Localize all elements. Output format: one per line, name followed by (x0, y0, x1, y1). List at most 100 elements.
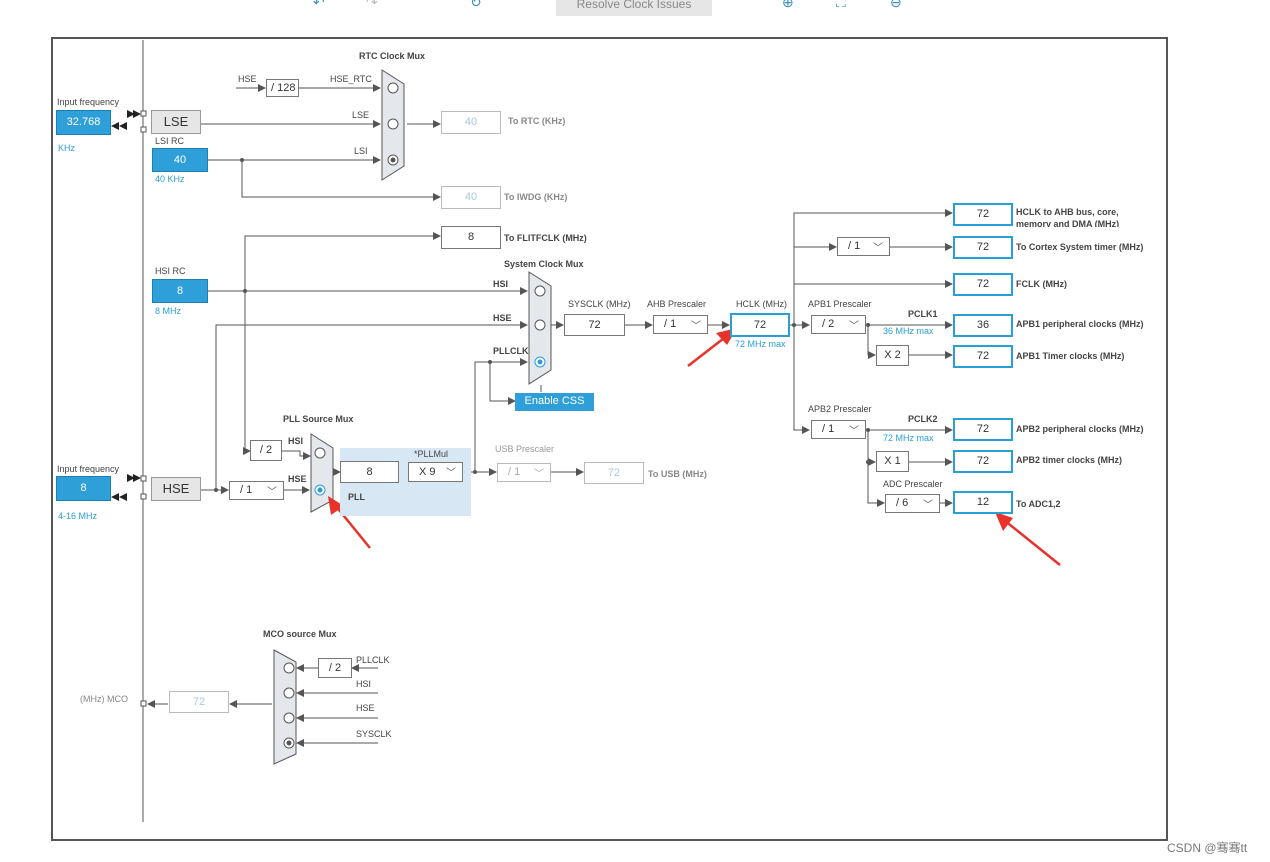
hsi-pll-divider: / 2 (250, 440, 282, 461)
usb-prescaler-select[interactable]: / 1 ﹀ (497, 463, 551, 482)
chevron-down-icon: ﹀ (691, 321, 701, 332)
adc-prescaler-select[interactable]: / 6 ﹀ (885, 494, 940, 513)
apb2-peripheral-output-label: APB2 peripheral clocks (MHz) (1016, 424, 1144, 434)
hsi-rc-value: 8 (152, 279, 208, 303)
chevron-down-icon: ﹀ (446, 468, 456, 479)
hclk-ahb-output-label: HCLK to AHB bus, core, (1016, 207, 1119, 217)
chevron-down-icon: ﹀ (849, 321, 859, 332)
lsi-rc-label: LSI RC (155, 136, 185, 146)
flitfclk-output-label: To FLITFCLK (MHz) (504, 233, 587, 243)
rtc-lse-label: LSE (352, 110, 370, 120)
hse-input-frequency-label: Input frequency (57, 464, 120, 474)
ahb-prescaler-select[interactable]: / 1 ﹀ (653, 315, 708, 334)
hse-prediv-value: / 1 (240, 484, 253, 496)
hse-frequency-input[interactable]: 8 (56, 476, 111, 501)
apb1-peripheral-output-value[interactable]: 36 (953, 314, 1013, 337)
lse-unit: KHz (58, 143, 76, 153)
apb2-timer-multiplier: X 1 (876, 451, 909, 472)
apb2-timer-output-value[interactable]: 72 (953, 450, 1013, 473)
pll-input-value: 8 (340, 461, 399, 483)
rtc-mux-title: RTC Clock Mux (359, 51, 426, 61)
hse-prediv-select[interactable]: / 1 ﹀ (229, 481, 284, 500)
flitfclk-output-value: 8 (441, 226, 501, 249)
hclk-input[interactable]: 72 (730, 313, 790, 337)
apb1-prescaler-label: APB1 Prescaler (808, 299, 872, 309)
ahb-prescaler-value: / 1 (664, 318, 677, 330)
mco-source-mux-title: MCO source Mux (263, 629, 337, 639)
cortex-timer-divider-select[interactable]: / 1 ﹀ (837, 237, 890, 256)
mco-hse-label: HSE (356, 703, 375, 713)
mco-hsi-label: HSI (356, 679, 372, 689)
cortex-divider-value: / 1 (848, 240, 861, 252)
usb-prescaler-label: USB Prescaler (495, 444, 555, 454)
adc-output-value[interactable]: 12 (953, 491, 1013, 514)
adc-prescaler-value: / 6 (896, 497, 909, 509)
iwdg-output-value: 40 (441, 186, 501, 209)
chevron-down-icon: ﹀ (873, 243, 883, 254)
rtc-output-label: To RTC (KHz) (508, 116, 566, 126)
apb2-prescaler-select[interactable]: / 1 ﹀ (811, 420, 866, 439)
system-clock-mux-title: System Clock Mux (504, 259, 584, 269)
sysclk-label: SYSCLK (MHz) (568, 299, 631, 309)
pclk2-label: PCLK2 (908, 414, 938, 424)
lsi-rc-value: 40 (152, 148, 208, 172)
hse-rtc-divider[interactable]: / 128 (266, 79, 299, 97)
rtc-lsi-label: LSI (354, 146, 368, 156)
mco-pll-divider: / 2 (318, 658, 352, 678)
pllmul-value: X 9 (419, 466, 436, 478)
apb1-timer-output-value[interactable]: 72 (953, 345, 1013, 368)
lse-frequency-input[interactable]: 32.768 (56, 110, 111, 135)
apb2-peripheral-output-value[interactable]: 72 (953, 418, 1013, 441)
adc-output-label: To ADC1,2 (1016, 499, 1061, 509)
usb-output-value: 72 (584, 462, 644, 484)
pll-label: PLL (348, 492, 365, 502)
chevron-down-icon: ﹀ (923, 500, 933, 511)
annotation-arrows (328, 328, 1061, 566)
sysmux-hsi-label: HSI (493, 279, 509, 289)
usb-prescaler-value: / 1 (508, 466, 521, 478)
lse-block: LSE (151, 110, 201, 134)
pllmul-select[interactable]: X 9 ﹀ (408, 462, 463, 482)
hsi-rc-unit: 8 MHz (155, 306, 182, 316)
pclk2-max: 72 MHz max (883, 433, 934, 443)
apb2-timer-output-label: APB2 timer clocks (MHz) (1016, 455, 1123, 465)
pclk1-max: 36 MHz max (883, 326, 934, 336)
fclk-output-value[interactable]: 72 (953, 273, 1013, 296)
sysclk-value: 72 (564, 314, 625, 336)
enable-css-button[interactable]: Enable CSS (515, 393, 594, 411)
sysmux-hse-label: HSE (493, 313, 512, 323)
cortex-timer-output-value[interactable]: 72 (953, 236, 1013, 259)
hse-range: 4-16 MHz (58, 511, 98, 521)
lse-input-frequency-label: Input frequency (57, 97, 120, 107)
mco-sysclk-label: SYSCLK (356, 729, 392, 739)
cortex-timer-output-label: To Cortex System timer (MHz) (1016, 242, 1144, 252)
chevron-down-icon: ﹀ (534, 469, 544, 480)
hclk-max: 72 MHz max (735, 339, 786, 349)
mco-pllclk-label: PLLCLK (356, 655, 390, 665)
apb1-timer-output-label: APB1 Timer clocks (MHz) (1016, 351, 1125, 361)
apb1-peripheral-output-label: APB1 peripheral clocks (MHz) (1016, 319, 1144, 329)
apb1-timer-multiplier: X 2 (876, 345, 909, 366)
ahb-prescaler-label: AHB Prescaler (647, 299, 707, 309)
usb-output-label: To USB (MHz) (648, 469, 707, 479)
iwdg-output-label: To IWDG (KHz) (504, 192, 568, 202)
adc-prescaler-label: ADC Prescaler (883, 479, 943, 489)
mco-output-label: (MHz) MCO (80, 694, 128, 704)
pll-src-hsi-label: HSI (288, 436, 304, 446)
hse-block: HSE (151, 477, 201, 501)
apb2-prescaler-label: APB2 Prescaler (808, 404, 872, 414)
watermark: CSDN @骞骞tt (1167, 841, 1248, 855)
chevron-down-icon: ﹀ (849, 426, 859, 437)
hclk-label: HCLK (MHz) (736, 299, 787, 309)
hclk-ahb-output-label-2: memory and DMA (MHz) (1016, 219, 1120, 227)
lsi-rc-unit: 40 KHz (155, 174, 185, 184)
pll-src-hse-label: HSE (288, 474, 307, 484)
chevron-down-icon: ﹀ (267, 487, 277, 498)
apb1-prescaler-select[interactable]: / 2 ﹀ (811, 315, 866, 334)
apb1-prescaler-value: / 2 (822, 318, 835, 330)
rtc-output-value: 40 (441, 111, 501, 134)
hclk-ahb-output-value[interactable]: 72 (953, 203, 1013, 226)
pclk1-label: PCLK1 (908, 309, 938, 319)
apb2-prescaler-value: / 1 (822, 423, 835, 435)
hsi-rc-label: HSI RC (155, 266, 186, 276)
